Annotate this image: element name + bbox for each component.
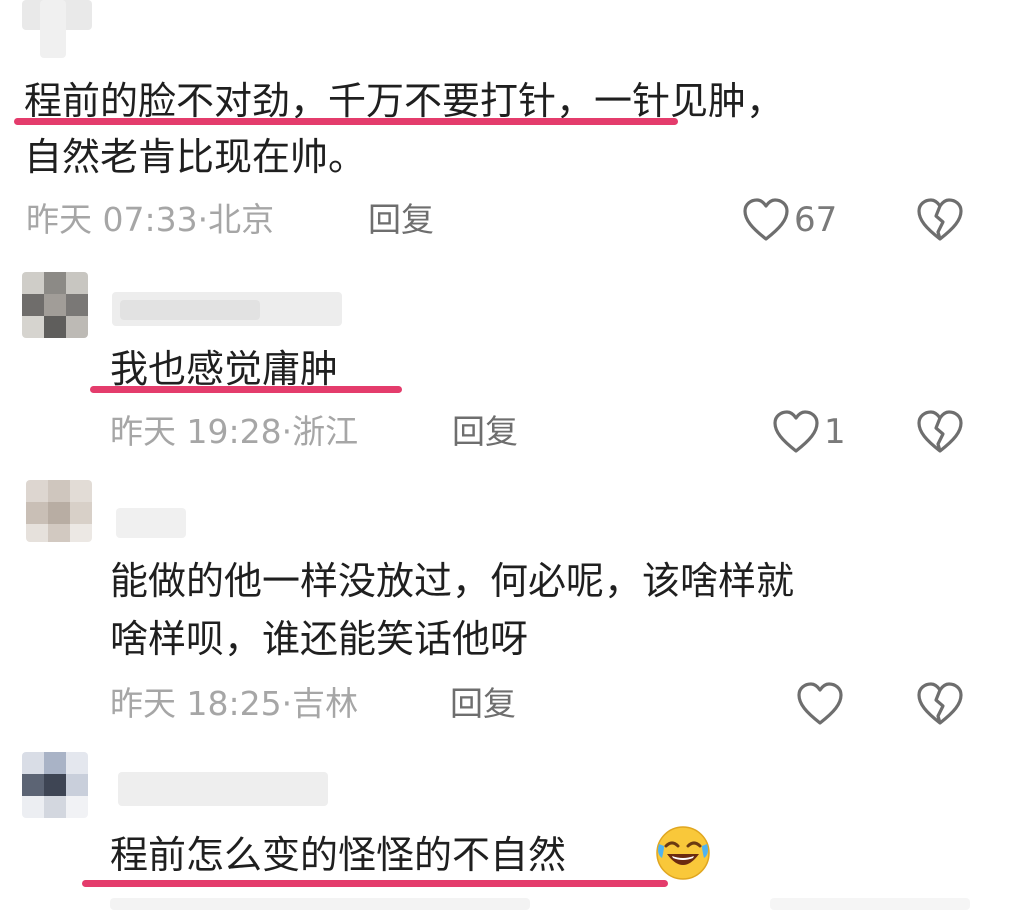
comment-meta: 昨天 19:28·浙江 <box>110 412 358 452</box>
blurred-avatar-remnant <box>40 0 66 58</box>
highlight-underline <box>14 118 678 125</box>
comment-time: 昨天 19:28 <box>110 412 282 451</box>
comment-text: 能做的他一样没放过，何必呢，该啥样就 <box>110 559 795 603</box>
highlight-underline <box>90 386 402 393</box>
comment-text: 啥样呗，谁还能笑话他呀 <box>110 617 529 661</box>
like-count: 67 <box>794 200 838 240</box>
meta-separator: · <box>281 684 293 723</box>
comment-time: 昨天 07:33 <box>26 200 198 239</box>
reply-button[interactable]: 回复 <box>452 412 518 452</box>
broken-heart-icon[interactable] <box>916 410 964 454</box>
comment-time: 昨天 18:25 <box>110 684 282 723</box>
avatar[interactable] <box>22 752 88 818</box>
rolling-laughing-emoji-icon <box>654 824 712 882</box>
comment-location: 吉林 <box>292 684 359 723</box>
like-button[interactable]: 1 <box>772 408 846 456</box>
cutoff-icons-row <box>770 898 970 910</box>
blurred-username <box>120 300 260 320</box>
meta-separator: · <box>197 200 209 239</box>
like-button[interactable]: 67 <box>742 196 837 244</box>
cutoff-meta-row <box>110 898 530 910</box>
comment-meta: 昨天 18:25·吉林 <box>110 684 358 724</box>
heart-outline-icon <box>742 198 790 242</box>
like-button[interactable] <box>796 680 848 728</box>
like-count: 1 <box>824 412 846 452</box>
comment-location: 北京 <box>208 200 275 239</box>
heart-outline-icon <box>772 410 820 454</box>
comment-location: 浙江 <box>292 412 359 451</box>
avatar[interactable] <box>22 272 88 338</box>
broken-heart-icon[interactable] <box>916 198 964 242</box>
broken-heart-icon[interactable] <box>916 682 964 726</box>
reply-button[interactable]: 回复 <box>450 684 516 724</box>
blurred-username <box>118 772 328 806</box>
highlight-underline <box>82 880 668 887</box>
meta-separator: · <box>281 412 293 451</box>
blurred-username <box>116 508 186 538</box>
comment-text-line: 程前的脸不对劲，千万不要打针，一针见肿， <box>24 79 785 123</box>
reply-button[interactable]: 回复 <box>368 200 434 240</box>
comment-text: 自然老肯比现在帅。 <box>24 128 366 186</box>
heart-outline-icon <box>796 682 844 726</box>
comment-text-line: 自然老肯比现在帅。 <box>24 135 367 179</box>
avatar[interactable] <box>26 480 92 542</box>
comment-text: 程前怎么变的怪怪的不自然 <box>110 833 567 877</box>
comment-meta: 昨天 07:33·北京 <box>26 200 274 240</box>
